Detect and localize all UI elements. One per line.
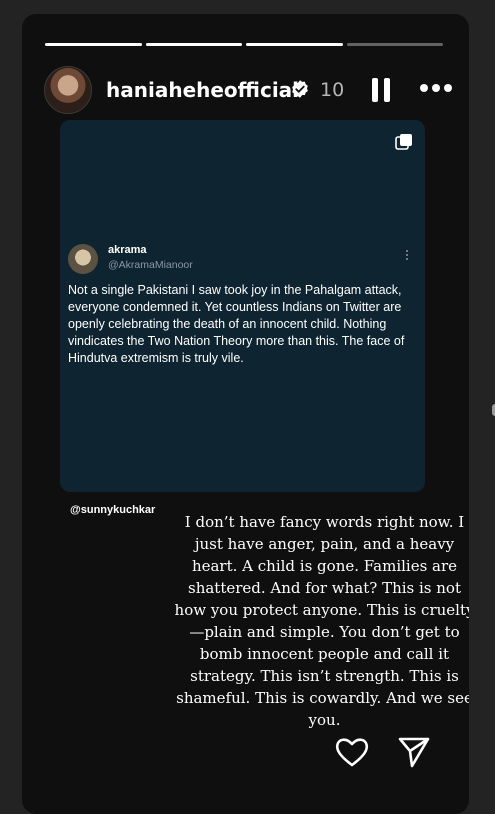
tweet-text: Not a single Pakistani I saw took joy in… [68,283,405,365]
tweet-author-handle: @AkramaMianoor [108,259,193,271]
multiple-posts-icon [395,134,412,150]
story-frame: haniaheheofficial 10 akrama @AkramaMiano… [22,14,469,814]
tweet-author-name: akrama [108,244,147,256]
progress-segment [246,43,343,46]
more-options-icon[interactable] [420,84,454,94]
pause-icon[interactable] [372,78,392,102]
username[interactable]: haniaheheofficial [106,78,299,102]
profile-avatar[interactable] [44,66,92,114]
progress-segment [45,43,142,46]
shared-post-card[interactable]: akrama @AkramaMianoor Not a single Pakis… [60,120,425,492]
post-time: 10 [320,79,345,101]
story-caption: I don’t have fancy words right now. I ju… [174,513,469,729]
progress-segment [145,43,242,46]
story-header: haniaheheofficial 10 [44,66,454,114]
heart-icon[interactable] [334,734,370,770]
verified-badge-icon [292,80,308,98]
progress-segment [346,43,443,46]
send-icon[interactable] [396,734,432,770]
story-progress-bar [45,43,443,46]
tweet-more-icon [405,250,409,262]
mention-tag[interactable]: @sunnykuchkar [70,504,155,516]
tweet-author-avatar [68,244,98,274]
